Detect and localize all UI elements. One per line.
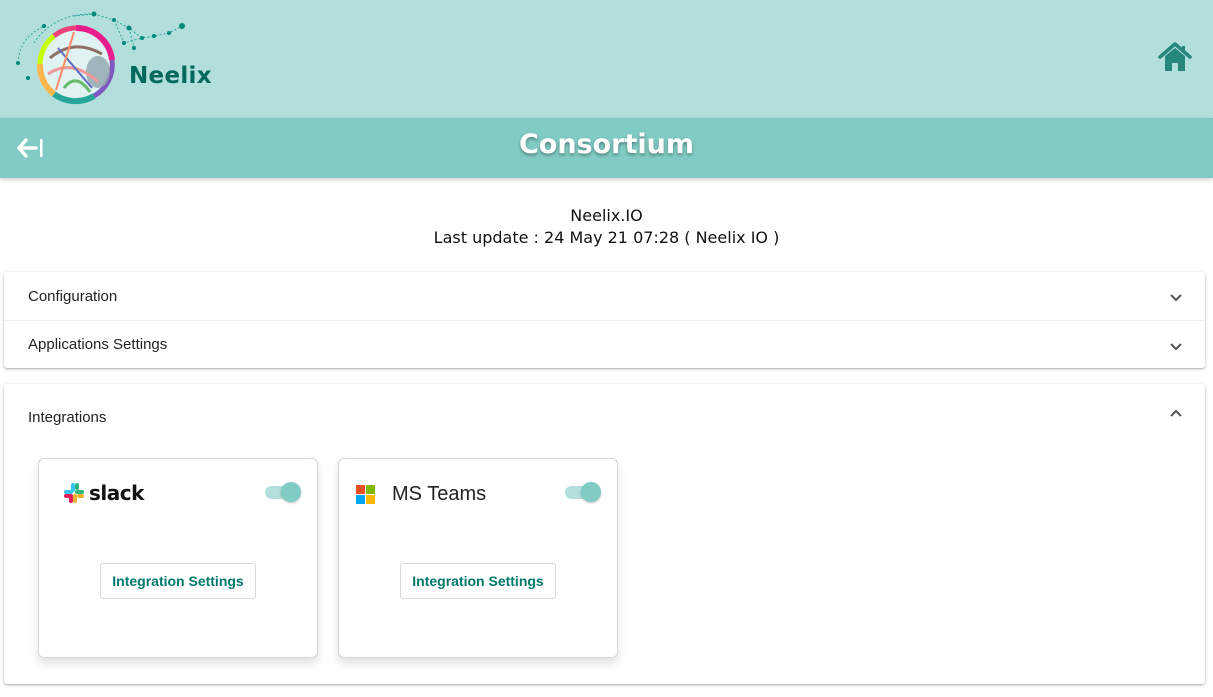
slack-enabled-toggle[interactable] (263, 481, 301, 503)
ms-teams-enabled-toggle[interactable] (563, 481, 601, 503)
slack-wordmark: slack (89, 481, 144, 505)
brand-name: Neelix (129, 63, 212, 89)
page-title: Consortium (518, 129, 695, 160)
panel-integrations-label: Integrations (28, 408, 107, 426)
chevron-down-icon (1170, 342, 1182, 350)
last-update-text: Last update : 24 May 21 07:28 ( Neelix I… (433, 228, 780, 247)
ms-teams-integration-settings-button[interactable]: Integration Settings (400, 563, 556, 599)
chevron-up-icon (1170, 409, 1182, 417)
microsoft-icon (356, 484, 375, 504)
organization-info: Neelix.IO Last update : 24 May 21 07:28 … (0, 205, 1213, 249)
panel-integrations-header[interactable]: Integrations (4, 384, 1205, 450)
settings-accordion: Configuration Applications Settings (4, 272, 1205, 368)
toggle-knob (581, 482, 601, 502)
panel-applications-settings-label: Applications Settings (28, 336, 168, 353)
organization-name: Neelix.IO (570, 206, 643, 225)
home-icon (1158, 42, 1192, 71)
panel-applications-settings[interactable]: Applications Settings (4, 320, 1205, 368)
chevron-down-icon (1170, 294, 1182, 302)
toggle-knob (281, 482, 301, 502)
neelix-logo[interactable]: Neelix (14, 8, 212, 108)
panel-configuration[interactable]: Configuration (4, 272, 1205, 320)
page-title-bar: Consortium (0, 118, 1213, 178)
slack-integration-settings-button[interactable]: Integration Settings (100, 563, 256, 599)
slack-logo: slack (63, 481, 144, 505)
integration-card-ms-teams: MS Teams Integration Settings (338, 458, 618, 658)
top-app-bar: Neelix (0, 0, 1213, 118)
panel-configuration-label: Configuration (28, 287, 118, 305)
ms-teams-label: MS Teams (392, 483, 487, 505)
panel-integrations: Integrations slack Integration Settings (4, 384, 1205, 684)
home-button[interactable] (1157, 40, 1193, 76)
integration-card-slack: slack Integration Settings (38, 458, 318, 658)
slack-icon (64, 483, 84, 503)
neelix-logo-graphic (16, 11, 185, 105)
ms-teams-logo: MS Teams (356, 483, 486, 506)
